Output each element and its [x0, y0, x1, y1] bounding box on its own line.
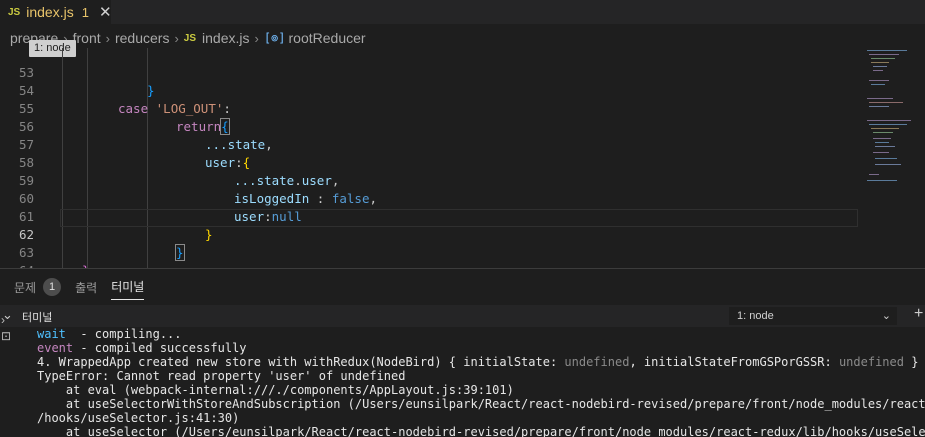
breadcrumb-item-reducers[interactable]: reducers — [115, 30, 169, 46]
chevron-down-icon: ⌄ — [881, 310, 891, 322]
breadcrumb-item-front[interactable]: front — [73, 30, 101, 46]
terminal-line: at eval (webpack-internal:///./component… — [37, 383, 514, 397]
terminal-line: TypeError: Cannot read property 'user' o… — [37, 369, 406, 383]
terminal-line: /hooks/useSelector.js:41:30) — [37, 411, 240, 425]
breadcrumb: prepare › front › reducers › JS index.js… — [0, 28, 925, 48]
chevron-right-icon: › — [174, 30, 179, 46]
tab-output[interactable]: 출력 — [75, 279, 97, 296]
code-line: 55 return{ — [18, 101, 230, 135]
new-terminal-plus-icon[interactable]: + — [914, 305, 923, 323]
code-editor[interactable]: 53 } 54 case 'LOG_OUT': 55 return{ 56 ..… — [0, 48, 865, 268]
terminal-line: at useSelector (/Users/eunsilpark/React/… — [37, 425, 925, 437]
code-line: 60 user:null — [18, 191, 302, 224]
close-icon[interactable]: ✕ — [99, 3, 112, 21]
terminal-line: wait - compiling... — [37, 327, 182, 341]
code-line: 58 ...state.user, — [18, 155, 340, 188]
tab-terminal[interactable]: 터미널 — [111, 278, 145, 300]
chevron-right-icon: › — [105, 30, 110, 46]
terminal-output[interactable]: wait - compiling... event - compiled suc… — [37, 327, 925, 437]
terminal-title: 터미널 — [22, 312, 53, 324]
code-line: 61 } — [18, 209, 213, 242]
terminal-sidebar: › ⊡ — [0, 313, 16, 437]
terminal-select[interactable]: 1: node ⌄ — [729, 307, 897, 325]
code-line: 54 case 'LOG_OUT': — [18, 83, 231, 116]
js-file-icon: JS — [183, 32, 197, 44]
code-line: 63 } — [18, 245, 90, 268]
tab-title: index.js — [26, 4, 74, 20]
code-line: 57 user:{ — [18, 137, 251, 170]
code-line: 64 } — [0, 244, 860, 268]
symbol-variable-icon: [⊚] — [263, 31, 286, 45]
chevron-right-icon: › — [254, 30, 259, 46]
bottom-panel: 문제 1 출력 터미널 ⌄ 터미널 1: node ⌄ + › ⊡ wait -… — [0, 268, 925, 437]
editor-tab-bar: JS index.js 1 ✕ — [0, 0, 925, 24]
tab-problem-count: 1 — [81, 4, 89, 20]
terminal-line: at useSelectorWithStoreAndSubscription (… — [37, 397, 925, 411]
terminal-view-icon[interactable]: ⊡ — [1, 329, 11, 343]
tab-problems[interactable]: 문제 1 — [14, 278, 62, 296]
code-line: 53 } — [18, 65, 155, 98]
terminal-line: 4. WrappedApp created new store with wit… — [37, 355, 919, 369]
js-file-icon: JS — [8, 6, 21, 18]
panel-tabs: 문제 1 출력 터미널 — [0, 269, 925, 305]
problems-count-badge: 1 — [43, 278, 62, 296]
chevron-right-icon[interactable]: › — [1, 313, 5, 327]
code-line: 56 ...state, — [18, 119, 273, 152]
tab-index-js[interactable]: JS index.js 1 ✕ — [0, 0, 112, 24]
terminal-line: event - compiled successfully — [37, 341, 247, 355]
code-line-current: 62 } — [18, 227, 185, 261]
minimap[interactable] — [865, 48, 925, 268]
breadcrumb-item-rootreducer[interactable]: rootReducer — [289, 30, 366, 46]
code-line: 59 isLoggedIn : false, — [18, 173, 378, 206]
breadcrumb-item-index-js[interactable]: index.js — [202, 30, 249, 46]
terminal-header: ⌄ 터미널 1: node ⌄ + — [0, 305, 925, 327]
